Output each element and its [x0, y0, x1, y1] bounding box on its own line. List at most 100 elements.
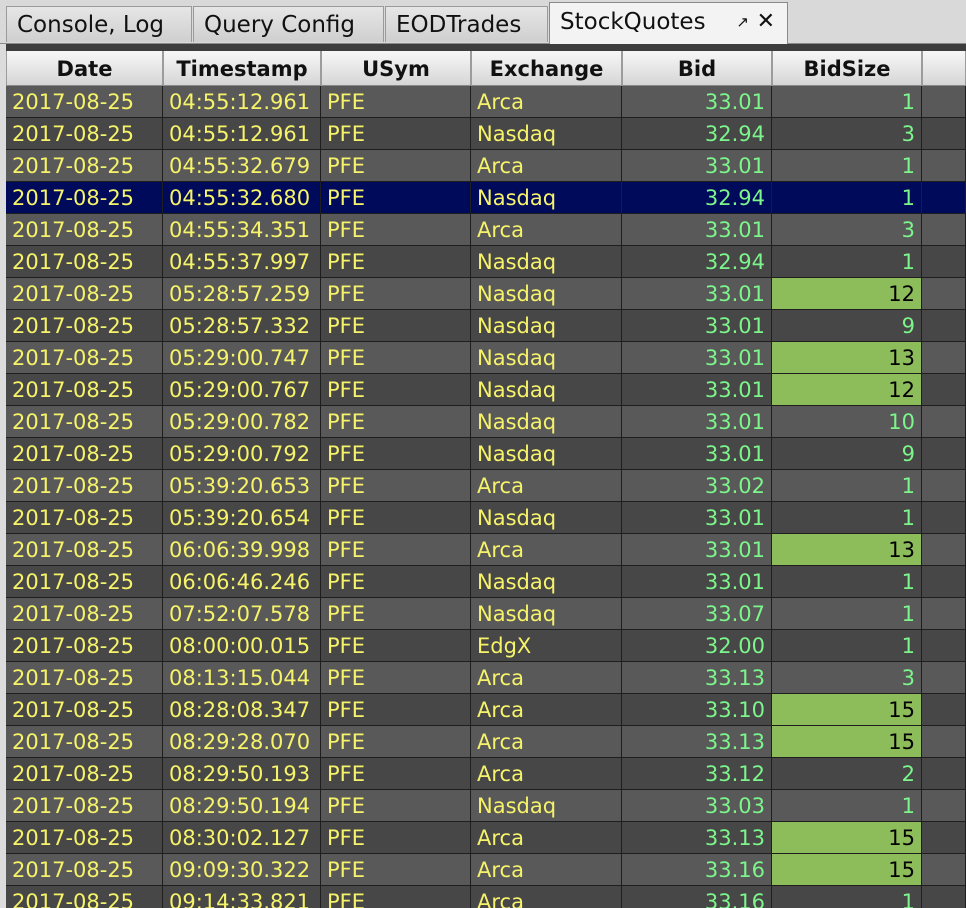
table-row[interactable]: 2017-08-25 04:55:12.961 PFE Nasdaq 32.94 3: [6, 118, 966, 150]
cell-bid: 33.01: [622, 278, 772, 310]
table-row[interactable]: 2017-08-25 05:28:57.259 PFE Nasdaq 33.01 12: [6, 278, 966, 310]
cell-timestamp: 07:52:07.578: [163, 598, 321, 630]
cell-bidsize: 3: [772, 214, 922, 246]
column-header-usym[interactable]: USym: [321, 51, 471, 86]
cell-bidsize: 12: [772, 374, 922, 406]
cell-extra: [922, 694, 966, 726]
cell-timestamp: 08:30:02.127: [163, 822, 321, 854]
table-header: Date Timestamp USym Exchange Bid BidSize: [6, 51, 966, 86]
cell-bidsize: 3: [772, 118, 922, 150]
table-row[interactable]: 2017-08-25 04:55:32.679 PFE Arca 33.01 1: [6, 150, 966, 182]
cell-extra: [922, 374, 966, 406]
table-row[interactable]: 2017-08-25 04:55:32.680 PFE Nasdaq 32.94 1: [6, 182, 966, 214]
cell-bid: 33.01: [622, 342, 772, 374]
cell-bidsize: 15: [772, 822, 922, 854]
cell-usym: PFE: [321, 246, 471, 278]
cell-date: 2017-08-25: [6, 854, 163, 886]
table-row[interactable]: 2017-08-25 06:06:39.998 PFE Arca 33.01 13: [6, 534, 966, 566]
tab-stockquotes[interactable]: StockQuotes ↗ ✕: [549, 2, 788, 44]
cell-extra: [922, 182, 966, 214]
cell-extra: [922, 566, 966, 598]
cell-date: 2017-08-25: [6, 662, 163, 694]
tab-label: StockQuotes: [560, 9, 706, 35]
cell-exchange: Nasdaq: [471, 566, 622, 598]
table-row[interactable]: 2017-08-25 05:29:00.782 PFE Nasdaq 33.01 10: [6, 406, 966, 438]
cell-extra: [922, 726, 966, 758]
cell-date: 2017-08-25: [6, 118, 163, 150]
cell-timestamp: 08:28:08.347: [163, 694, 321, 726]
cell-bidsize: 1: [772, 790, 922, 822]
table-row[interactable]: 2017-08-25 08:29:28.070 PFE Arca 33.13 15: [6, 726, 966, 758]
cell-exchange: Nasdaq: [471, 278, 622, 310]
table-row[interactable]: 2017-08-25 04:55:34.351 PFE Arca 33.01 3: [6, 214, 966, 246]
table-row[interactable]: 2017-08-25 04:55:37.997 PFE Nasdaq 32.94 1: [6, 246, 966, 278]
cell-timestamp: 09:09:30.322: [163, 854, 321, 886]
cell-bidsize: 13: [772, 534, 922, 566]
column-header-exchange[interactable]: Exchange: [471, 51, 622, 86]
cell-exchange: Nasdaq: [471, 246, 622, 278]
cell-extra: [922, 86, 966, 118]
cell-bid: 33.01: [622, 502, 772, 534]
table-row[interactable]: 2017-08-25 05:39:20.654 PFE Nasdaq 33.01 1: [6, 502, 966, 534]
cell-timestamp: 05:29:00.747: [163, 342, 321, 374]
table-row[interactable]: 2017-08-25 05:39:20.653 PFE Arca 33.02 1: [6, 470, 966, 502]
cell-date: 2017-08-25: [6, 630, 163, 662]
column-header-date[interactable]: Date: [6, 51, 163, 86]
cell-exchange: Arca: [471, 86, 622, 118]
cell-exchange: Arca: [471, 534, 622, 566]
tab-console-log[interactable]: Console, Log: [6, 6, 192, 42]
column-header-bidsize[interactable]: BidSize: [772, 51, 922, 86]
cell-usym: PFE: [321, 118, 471, 150]
column-header-timestamp[interactable]: Timestamp: [163, 51, 321, 86]
cell-date: 2017-08-25: [6, 758, 163, 790]
cell-exchange: Nasdaq: [471, 182, 622, 214]
cell-extra: [922, 310, 966, 342]
table-row[interactable]: 2017-08-25 08:30:02.127 PFE Arca 33.13 15: [6, 822, 966, 854]
cell-usym: PFE: [321, 438, 471, 470]
column-header-more[interactable]: [922, 51, 966, 86]
cell-usym: PFE: [321, 374, 471, 406]
table-row[interactable]: 2017-08-25 05:28:57.332 PFE Nasdaq 33.01 9: [6, 310, 966, 342]
cell-exchange: Arca: [471, 694, 622, 726]
tab-eodtrades[interactable]: EODTrades: [385, 6, 548, 42]
column-header-bid[interactable]: Bid: [622, 51, 772, 86]
cell-timestamp: 05:29:00.792: [163, 438, 321, 470]
table-row[interactable]: 2017-08-25 08:00:00.015 PFE EdgX 32.00 1: [6, 630, 966, 662]
cell-usym: PFE: [321, 470, 471, 502]
cell-bidsize: 1: [772, 598, 922, 630]
cell-extra: [922, 822, 966, 854]
table-row[interactable]: 2017-08-25 07:52:07.578 PFE Nasdaq 33.07 1: [6, 598, 966, 630]
cell-bid: 33.13: [622, 726, 772, 758]
cell-bid: 32.00: [622, 630, 772, 662]
table-row[interactable]: 2017-08-25 05:29:00.747 PFE Nasdaq 33.01 13: [6, 342, 966, 374]
table-row[interactable]: 2017-08-25 08:13:15.044 PFE Arca 33.13 3: [6, 662, 966, 694]
table-row[interactable]: 2017-08-25 08:29:50.193 PFE Arca 33.12 2: [6, 758, 966, 790]
tab-label: EODTrades: [396, 12, 522, 38]
cell-bidsize: 13: [772, 342, 922, 374]
cell-timestamp: 05:28:57.259: [163, 278, 321, 310]
close-icon[interactable]: ✕: [757, 3, 775, 41]
cell-usym: PFE: [321, 86, 471, 118]
quotes-table[interactable]: Date Timestamp USym Exchange Bid BidSize…: [6, 51, 966, 908]
cell-timestamp: 09:14:33.821: [163, 886, 321, 908]
table-row[interactable]: 2017-08-25 05:29:00.767 PFE Nasdaq 33.01 12: [6, 374, 966, 406]
table-row[interactable]: 2017-08-25 09:09:30.322 PFE Arca 33.16 15: [6, 854, 966, 886]
table-row[interactable]: 2017-08-25 05:29:00.792 PFE Nasdaq 33.01 9: [6, 438, 966, 470]
cell-usym: PFE: [321, 214, 471, 246]
cell-bid: 32.94: [622, 246, 772, 278]
table-row[interactable]: 2017-08-25 04:55:12.961 PFE Arca 33.01 1: [6, 86, 966, 118]
tab-query-config[interactable]: Query Config: [193, 6, 384, 42]
cell-exchange: Nasdaq: [471, 310, 622, 342]
table-row[interactable]: 2017-08-25 09:14:33.821 PFE Arca 33.16 1: [6, 886, 966, 908]
table-row[interactable]: 2017-08-25 08:28:08.347 PFE Arca 33.10 15: [6, 694, 966, 726]
cell-exchange: Nasdaq: [471, 598, 622, 630]
undock-icon[interactable]: ↗: [736, 3, 749, 41]
cell-bid: 33.16: [622, 886, 772, 908]
cell-exchange: Arca: [471, 214, 622, 246]
cell-bidsize: 10: [772, 406, 922, 438]
cell-timestamp: 05:29:00.782: [163, 406, 321, 438]
cell-exchange: Arca: [471, 886, 622, 908]
table-row[interactable]: 2017-08-25 08:29:50.194 PFE Nasdaq 33.03 1: [6, 790, 966, 822]
cell-exchange: Arca: [471, 726, 622, 758]
table-row[interactable]: 2017-08-25 06:06:46.246 PFE Nasdaq 33.01 1: [6, 566, 966, 598]
